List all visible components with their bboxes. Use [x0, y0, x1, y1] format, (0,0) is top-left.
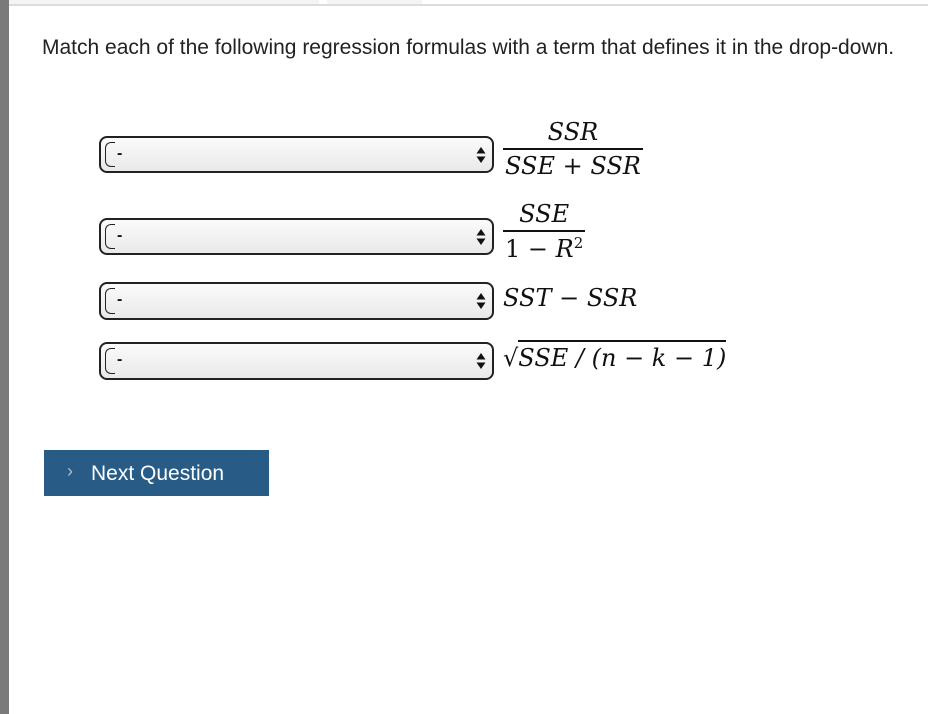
square-root: √SSE / (n − k − 1): [503, 340, 727, 372]
dropdown-value: -: [117, 227, 123, 244]
fraction-numerator: SSE: [519, 200, 570, 228]
term-dropdown[interactable]: -: [99, 282, 494, 320]
denominator-exponent: 2: [573, 234, 584, 252]
dropdown-edge: [105, 224, 115, 249]
up-down-arrows-icon: [476, 147, 486, 163]
top-tab-edge: [327, 0, 422, 4]
top-divider: [9, 4, 928, 6]
denominator-prefix: 1 −: [505, 235, 556, 263]
term-dropdown[interactable]: -: [99, 218, 494, 255]
dropdown-value: -: [117, 291, 123, 308]
radicand: SSE / (n − k − 1): [518, 340, 727, 372]
fraction-denominator: 1 − R2: [503, 230, 586, 263]
fraction-denominator: SSE + SSR: [503, 148, 643, 180]
dropdown-edge: [105, 288, 115, 314]
match-row: - SSE 1 − R2: [0, 200, 928, 272]
dropdown-value: -: [117, 351, 123, 368]
top-tab-edge: [9, 0, 319, 4]
denominator-variable: R: [555, 235, 574, 263]
match-row: - SSR SSE + SSR: [0, 118, 928, 192]
up-down-arrows-icon: [476, 293, 486, 309]
next-question-button[interactable]: › Next Question: [44, 450, 269, 496]
up-down-arrows-icon: [476, 229, 486, 245]
dropdown-edge: [105, 142, 115, 167]
question-prompt: Match each of the following regression f…: [42, 36, 895, 59]
dropdown-value: -: [117, 145, 123, 162]
next-question-label: Next Question: [91, 462, 225, 485]
term-dropdown[interactable]: -: [99, 342, 494, 380]
formula-sst-minus-ssr: SST − SSR: [503, 284, 638, 312]
formula-standard-error: √SSE / (n − k − 1): [503, 340, 727, 372]
match-row: - SST − SSR: [0, 280, 928, 324]
match-row: - √SSE / (n − k − 1): [0, 336, 928, 386]
formula-sse-over-one-minus-r2: SSE 1 − R2: [503, 200, 586, 263]
dropdown-edge: [105, 348, 115, 374]
fraction: SSE 1 − R2: [503, 200, 586, 263]
fraction-numerator: SSR: [547, 118, 599, 146]
chevron-right-icon: ›: [67, 461, 73, 481]
up-down-arrows-icon: [476, 353, 486, 369]
radical-sign: √: [503, 344, 519, 372]
formula-r-squared: SSR SSE + SSR: [503, 118, 643, 180]
term-dropdown[interactable]: -: [99, 136, 494, 173]
fraction: SSR SSE + SSR: [503, 118, 643, 180]
